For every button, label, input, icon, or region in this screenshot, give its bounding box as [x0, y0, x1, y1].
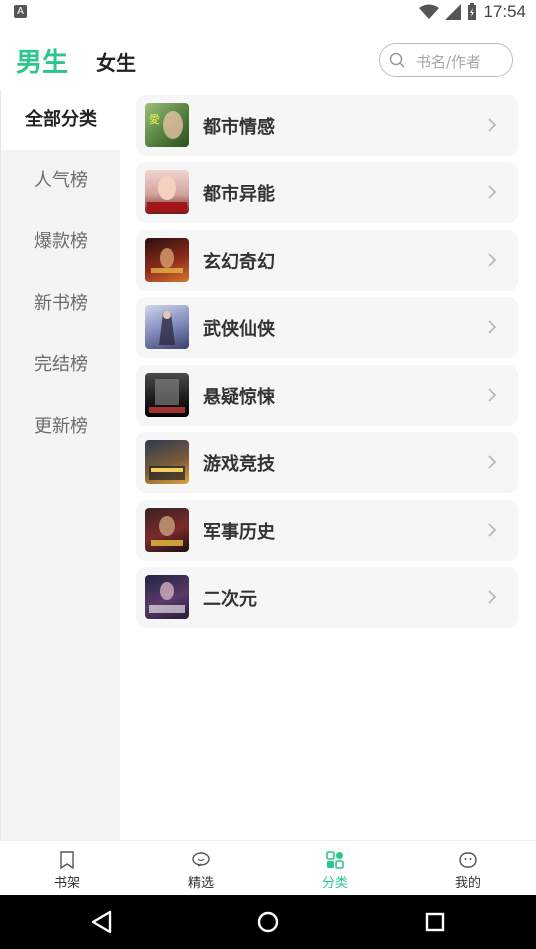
search-placeholder: 书名/作者 [416, 53, 482, 71]
status-bar: A 17:54 [0, 0, 536, 24]
category-row-wuxia[interactable]: 武侠仙侠 [136, 297, 518, 358]
nav-label: 书架 [53, 876, 80, 891]
face-icon [459, 852, 477, 868]
tab-female[interactable]: 女生 [96, 47, 136, 76]
nav-featured[interactable]: 精选 [161, 841, 241, 896]
category-label: 军事历史 [203, 522, 275, 543]
category-row-anime[interactable]: 二次元 [136, 567, 518, 628]
category-label: 武侠仙侠 [203, 319, 275, 340]
chevron-right-icon [488, 320, 497, 334]
svg-text:愛: 愛 [149, 113, 160, 126]
category-row-military[interactable]: 军事历史 [136, 500, 518, 561]
category-row-urban-romance[interactable]: 愛 都市情感 [136, 95, 518, 156]
category-label: 都市情感 [203, 117, 275, 138]
bottom-nav: 书架 精选 分类 我的 [0, 840, 536, 895]
nav-label: 精选 [187, 876, 214, 891]
book-cover [145, 508, 189, 552]
chevron-right-icon [488, 523, 497, 537]
signal-icon [445, 4, 462, 20]
sidebar-item-updated[interactable]: 更新榜 [1, 397, 121, 457]
book-cover [145, 440, 189, 484]
system-nav-bar [0, 895, 536, 949]
chevron-right-icon [488, 455, 497, 469]
nav-categories[interactable]: 分类 [295, 841, 375, 896]
search-icon [389, 52, 405, 68]
wifi-icon [419, 4, 440, 19]
nav-bookshelf[interactable]: 书架 [27, 841, 107, 896]
top-header: 男生 女生 书名/作者 [0, 24, 536, 90]
book-cover [145, 305, 189, 349]
battery-icon [468, 3, 477, 20]
book-cover: 愛 [145, 103, 189, 147]
category-label: 都市异能 [203, 184, 275, 205]
category-label: 二次元 [203, 589, 257, 610]
chevron-right-icon [488, 590, 497, 604]
status-time: 17:54 [483, 2, 526, 21]
back-icon[interactable] [88, 908, 116, 936]
category-label: 悬疑惊悚 [203, 387, 275, 408]
chevron-right-icon [488, 185, 497, 199]
sidebar-item-hot[interactable]: 爆款榜 [1, 212, 121, 272]
sidebar-item-all[interactable]: 全部分类 [1, 90, 121, 150]
chevron-right-icon [488, 388, 497, 402]
book-cover [145, 238, 189, 282]
grid-icon [326, 851, 344, 869]
search-input[interactable]: 书名/作者 [379, 43, 513, 77]
sidebar-item-new[interactable]: 新书榜 [1, 274, 121, 334]
status-right: 17:54 [419, 2, 526, 22]
nav-label: 我的 [454, 876, 481, 891]
book-cover [145, 575, 189, 619]
tab-male[interactable]: 男生 [16, 42, 68, 79]
category-sidebar: 全部分类 人气榜 爆款榜 新书榜 完结榜 更新榜 [0, 90, 121, 840]
sidebar-item-finished[interactable]: 完结榜 [1, 335, 121, 395]
home-icon[interactable] [254, 908, 282, 936]
book-cover [145, 373, 189, 417]
recents-icon[interactable] [421, 908, 449, 936]
chat-heart-icon [192, 852, 210, 867]
nav-profile[interactable]: 我的 [428, 841, 508, 896]
category-row-gaming[interactable]: 游戏竞技 [136, 432, 518, 493]
category-row-fantasy[interactable]: 玄幻奇幻 [136, 230, 518, 291]
chevron-right-icon [488, 253, 497, 267]
app-notification-icon: A [14, 5, 27, 18]
category-row-suspense[interactable]: 悬疑惊悚 [136, 365, 518, 426]
nav-label: 分类 [321, 876, 348, 891]
chevron-right-icon [488, 118, 497, 132]
category-row-urban-power[interactable]: 都市异能 [136, 162, 518, 223]
category-label: 玄幻奇幻 [203, 252, 275, 273]
sidebar-item-popular[interactable]: 人气榜 [1, 151, 121, 211]
bookmark-icon [60, 851, 74, 869]
category-label: 游戏竞技 [203, 454, 275, 475]
book-cover [145, 170, 189, 214]
